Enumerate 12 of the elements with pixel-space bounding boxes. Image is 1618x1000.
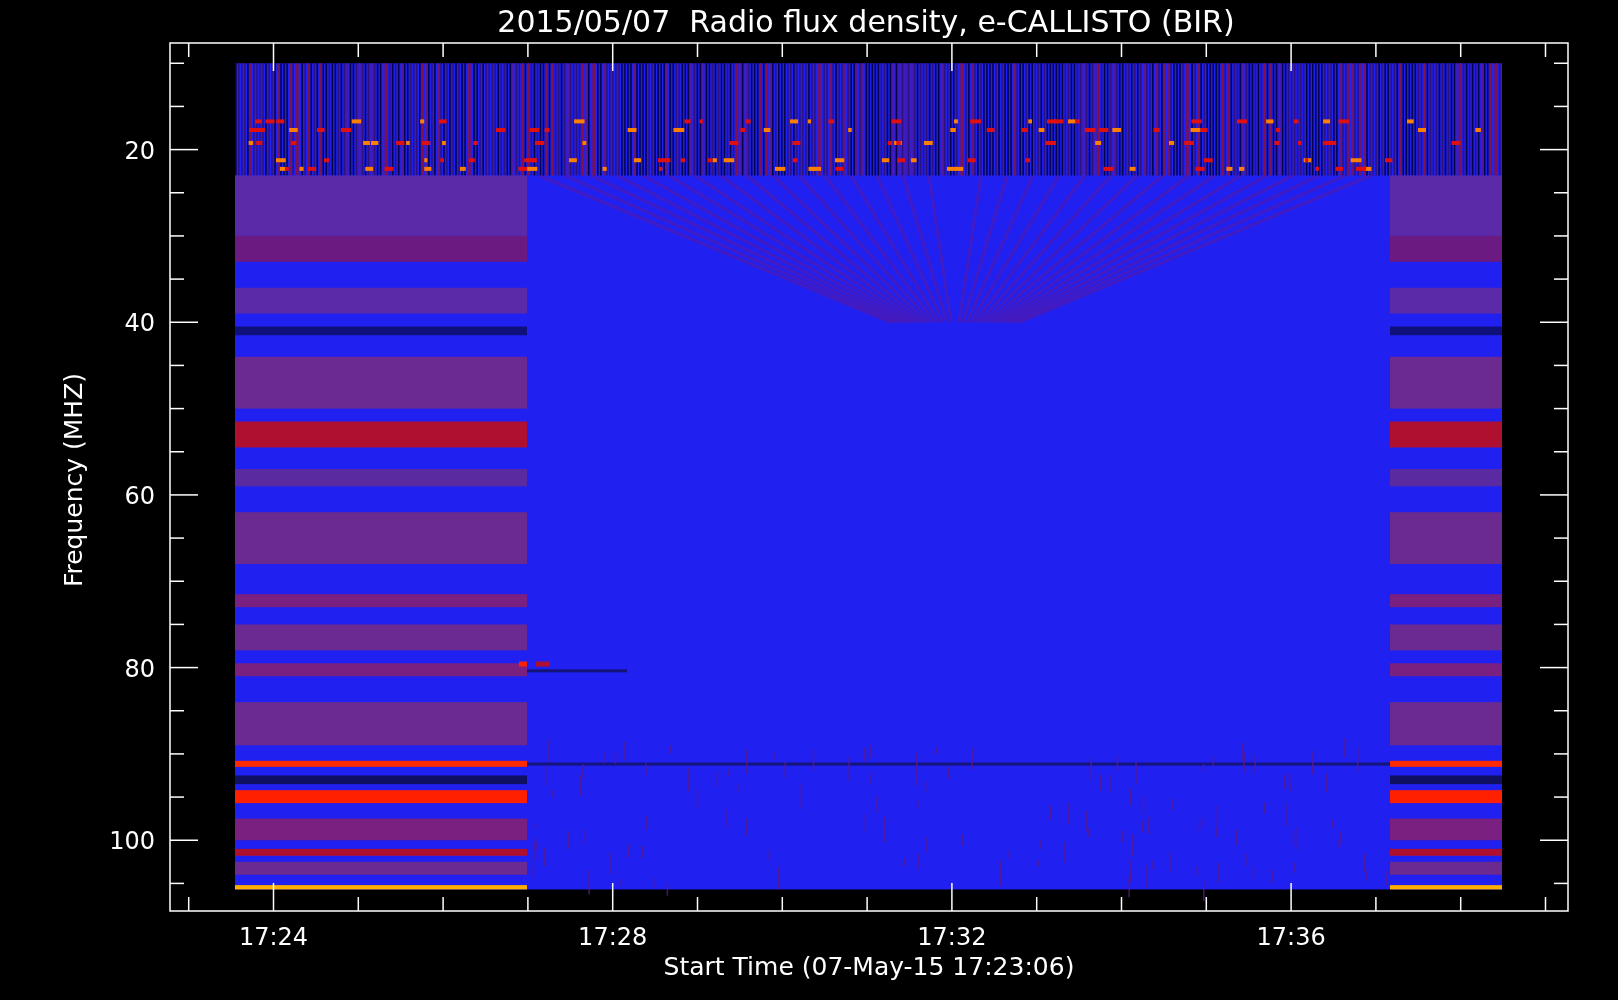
x-tick-label: 17:28 [578, 923, 648, 951]
x-axis-label: Start Time (07-May-15 17:23:06) [663, 952, 1075, 981]
y-tick-label: 20 [124, 136, 155, 165]
x-tick-label: 17:36 [1256, 923, 1326, 951]
y-tick-label: 60 [124, 481, 155, 510]
x-tick-label: 17:24 [238, 923, 309, 951]
y-tick-label: 100 [109, 827, 155, 856]
chart-title: 2015/05/07 Radio flux density, e-CALLISTO (BIR) [497, 4, 1235, 39]
y-tick-label: 40 [124, 309, 155, 338]
x-tick-label: 17:32 [917, 923, 987, 951]
y-tick-label: 80 [124, 654, 155, 683]
y-axis-label: Frequency (MHZ) [59, 372, 88, 588]
